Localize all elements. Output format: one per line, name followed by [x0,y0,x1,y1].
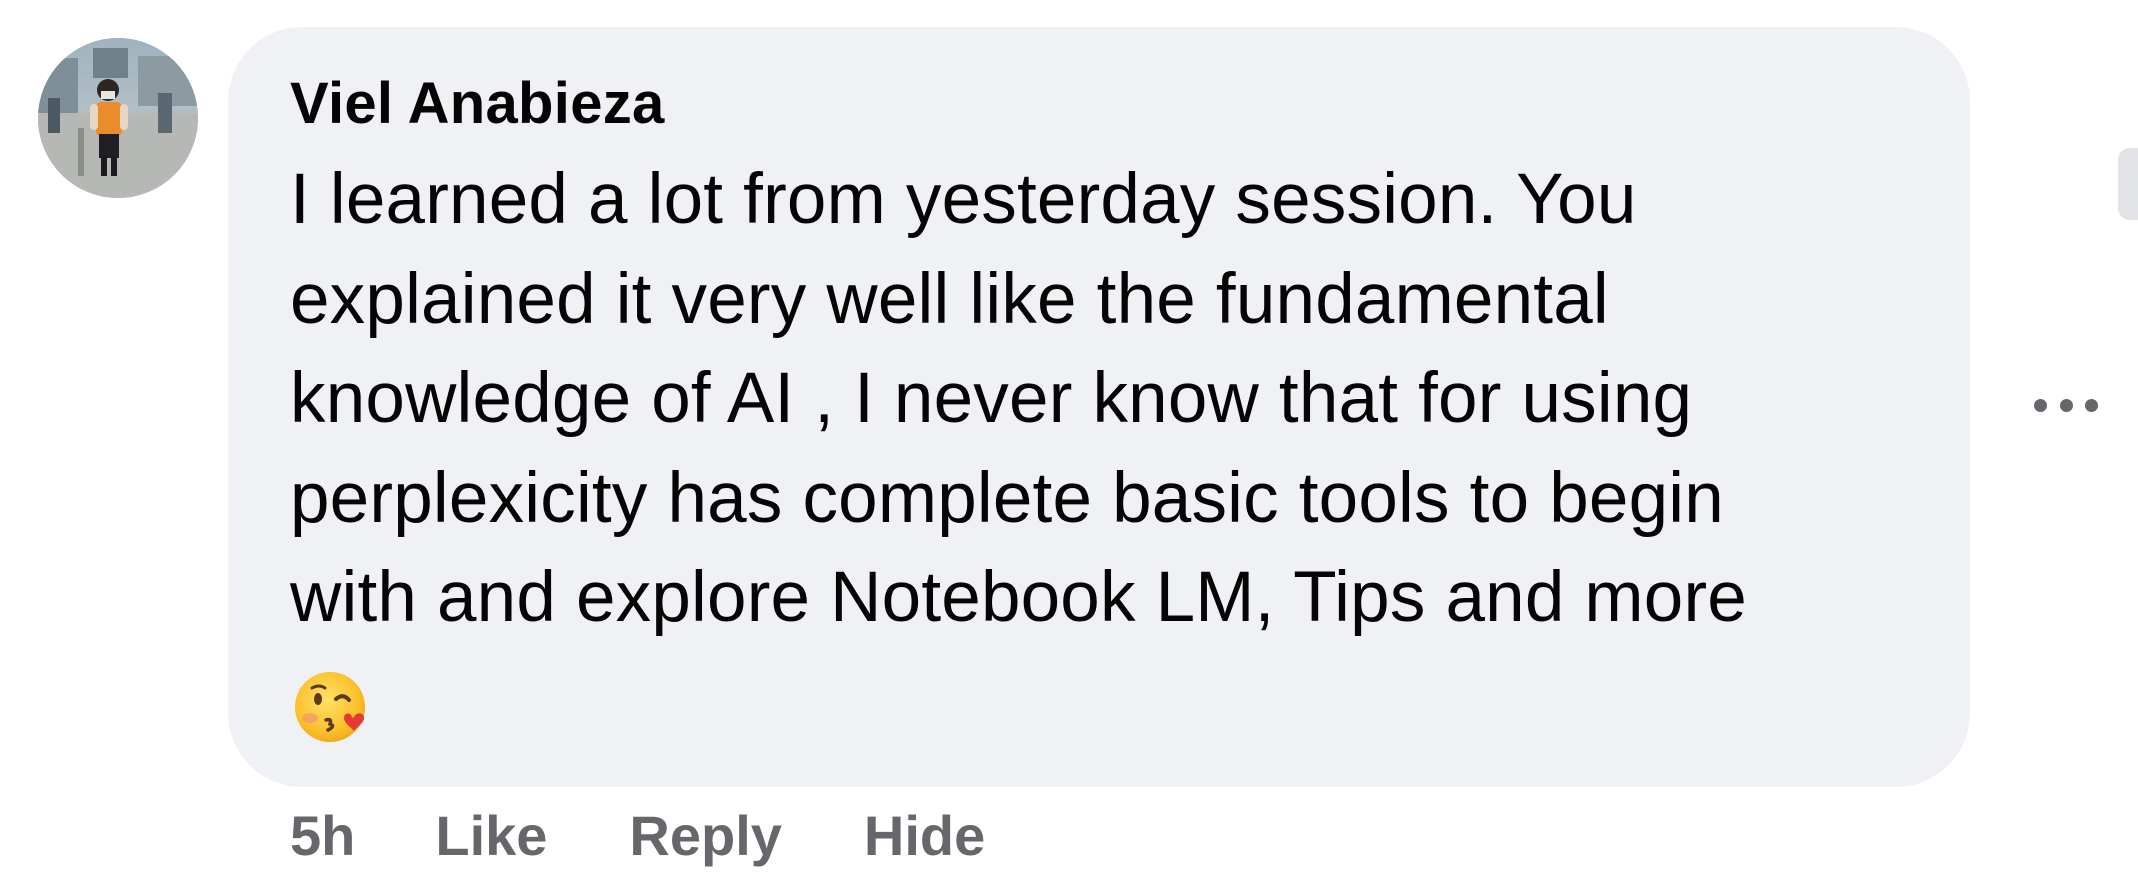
comment-thread: Viel Anabieza I learned a lot from yeste… [0,0,2138,888]
comment-text-line: explained it very well like the fundamen… [290,259,1609,339]
comment-author-name[interactable]: Viel Anabieza [290,70,665,137]
comment-body: I learned a lot from yesterday session. … [290,150,1930,648]
dot [2034,398,2047,412]
reply-button[interactable]: Reply [629,803,782,868]
like-button[interactable]: Like [435,803,547,868]
more-options-icon[interactable] [2028,380,2104,430]
avatar[interactable] [38,38,198,198]
comment-actions: 5h Like Reply Hide [290,800,985,870]
edge-scroll-handle [2118,148,2138,220]
comment-text-line: knowledge of AI , I never know that for … [290,359,1693,438]
comment-text-line: with and explore Notebook LM, Tips and m… [290,558,1747,637]
avatar-photo [38,38,198,198]
comment-timestamp[interactable]: 5h [290,803,355,868]
dot [2059,398,2073,412]
dot [2085,398,2098,412]
kissing-face-with-heart-emoji [292,666,374,748]
hide-button[interactable]: Hide [864,803,985,868]
comment-text-line: perplexicity has complete basic tools to… [290,458,1724,538]
comment-text-line: I learned a lot from yesterday session. … [290,160,1637,239]
